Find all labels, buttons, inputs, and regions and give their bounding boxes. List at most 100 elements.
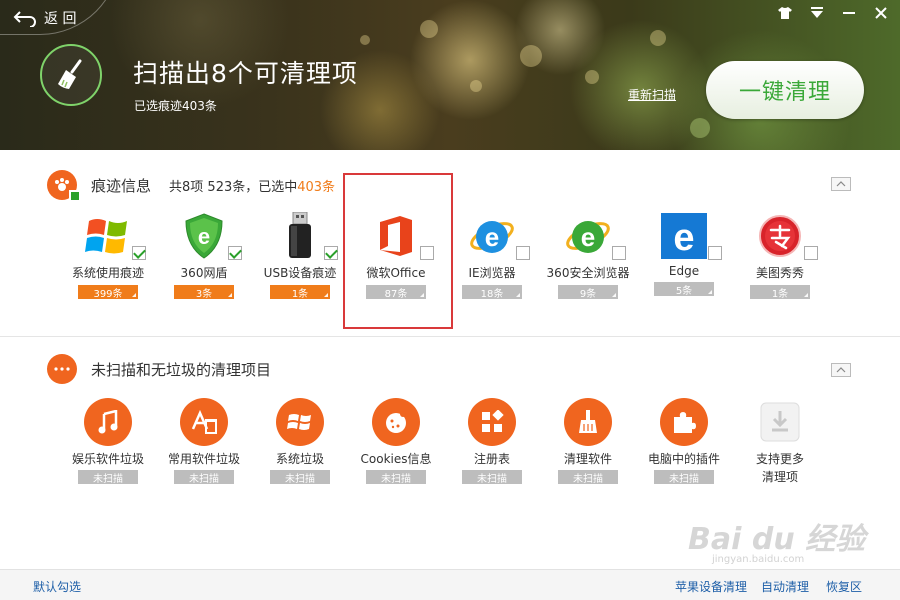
trace-item-edge[interactable]: e Edge 5条 <box>636 212 732 299</box>
bokeh-dot <box>650 30 666 46</box>
puzzle-piece-icon <box>660 398 708 446</box>
trace-item-usb[interactable]: USB设备痕迹 1条 <box>252 212 348 300</box>
bokeh-dot <box>520 45 542 67</box>
more-items-label-line1: 支持更多 <box>755 452 804 466</box>
unscanned-item-label: 注册表 <box>473 452 510 466</box>
unscanned-section-header: 未扫描和无垃圾的清理项目 <box>47 354 271 384</box>
trace-item-count-badge[interactable]: 399条 <box>78 285 138 300</box>
back-arrow-icon <box>13 11 36 27</box>
registry-blocks-icon <box>468 398 516 446</box>
unscanned-item-plugins[interactable]: 电脑中的插件 未扫描 <box>636 398 732 485</box>
unscanned-item-label: 系统垃圾 <box>275 452 324 466</box>
trace-item-label: IE浏览器 <box>468 266 516 280</box>
svg-text:e: e <box>581 222 595 252</box>
trace-item-meitu[interactable]: 美图秀秀 1条 <box>732 212 828 300</box>
unscanned-status-badge: 未扫描 <box>654 470 714 485</box>
unscanned-item-cookies[interactable]: Cookies信息 未扫描 <box>348 398 444 485</box>
trace-item-checkbox[interactable] <box>324 246 338 260</box>
trace-item-checkbox[interactable] <box>804 246 818 260</box>
trace-item-count-badge[interactable]: 1条 <box>270 285 330 300</box>
more-dots-icon <box>47 354 77 384</box>
rescan-link[interactable]: 重新扫描 <box>628 86 676 103</box>
auto-clean-link[interactable]: 自动清理 <box>761 578 809 595</box>
unscanned-item-registry[interactable]: 注册表 未扫描 <box>444 398 540 485</box>
trace-item-checkbox[interactable] <box>516 246 530 260</box>
trace-item-checkbox[interactable] <box>612 246 626 260</box>
more-items-label-line2: 清理项 <box>761 470 798 484</box>
traces-section-title: 痕迹信息 <box>91 176 152 195</box>
header-banner: 返 回 扫描出8个可清理项 已选痕迹403条 重新扫描 一键清理 <box>0 0 900 150</box>
bokeh-dot <box>360 35 370 45</box>
trace-item-checkbox[interactable] <box>228 246 242 260</box>
trace-item-label: 360安全浏览器 <box>546 266 630 280</box>
trace-item-count-badge[interactable]: 9条 <box>558 285 618 300</box>
360-browser-icon: e <box>564 212 626 260</box>
music-note-icon <box>84 398 132 446</box>
bokeh-dot <box>420 20 438 38</box>
broom-icon <box>564 398 612 446</box>
traces-summary: 共8项 523条，已选中403条 <box>169 176 335 195</box>
window-controls <box>776 4 890 22</box>
unscanned-collapse-button[interactable] <box>831 363 851 377</box>
footer-bar: 默认勾选 苹果设备清理 自动清理 恢复区 <box>0 569 900 600</box>
chevron-up-icon <box>836 181 846 187</box>
section-divider <box>0 336 900 337</box>
scan-result-title: 扫描出8个可清理项 <box>133 59 358 88</box>
svg-text:e: e <box>673 217 694 259</box>
apple-device-clean-link[interactable]: 苹果设备清理 <box>675 578 747 595</box>
traces-summary-text: 共8项 523条，已选中 <box>169 179 298 195</box>
trace-item-checkbox[interactable] <box>132 246 146 260</box>
menu-dropdown-icon[interactable] <box>808 4 826 22</box>
unscanned-status-badge: 未扫描 <box>558 470 618 485</box>
trace-item-ie[interactable]: e IE浏览器 18条 <box>444 212 540 300</box>
unscanned-status-badge: 未扫描 <box>270 470 330 485</box>
unscanned-items-row: 娱乐软件垃圾 未扫描 常用软件垃圾 未扫描 系统垃圾 未扫描 Cookies信息… <box>60 398 828 485</box>
unscanned-item-system-junk[interactable]: 系统垃圾 未扫描 <box>252 398 348 485</box>
broom-icon <box>58 59 82 89</box>
edge-logo-icon: e <box>660 212 722 260</box>
trace-item-count-badge[interactable]: 1条 <box>750 285 810 300</box>
trace-item-label: 360网盾 <box>180 266 228 280</box>
360-shield-icon: e <box>180 212 242 260</box>
default-select-link[interactable]: 默认勾选 <box>33 578 81 595</box>
minimize-icon[interactable] <box>840 4 858 22</box>
back-label: 返 回 <box>44 11 77 27</box>
traces-collapse-button[interactable] <box>831 177 851 191</box>
traces-selected-count: 403条 <box>297 179 336 195</box>
unscanned-item-entertainment[interactable]: 娱乐软件垃圾 未扫描 <box>60 398 156 485</box>
trace-item-count-badge[interactable]: 18条 <box>462 285 522 300</box>
skin-shirt-icon[interactable] <box>776 4 794 22</box>
trace-item-label: USB设备痕迹 <box>263 266 337 280</box>
office-highlight-frame <box>343 173 453 329</box>
trace-item-360-browser[interactable]: e 360安全浏览器 9条 <box>540 212 636 300</box>
back-button[interactable]: 返 回 <box>12 6 76 30</box>
ie-logo-icon: e <box>468 212 530 260</box>
unscanned-item-clean-software[interactable]: 清理软件 未扫描 <box>540 398 636 485</box>
trace-item-count-badge[interactable]: 5条 <box>654 282 714 297</box>
one-click-clean-button[interactable]: 一键清理 <box>706 61 864 119</box>
trace-item-360-shield[interactable]: e 360网盾 3条 <box>156 212 252 300</box>
trace-item-checkbox[interactable] <box>708 246 722 260</box>
baidu-watermark: Bai du 经验 <box>688 522 866 557</box>
trace-item-label: Edge <box>668 264 700 278</box>
usb-drive-icon <box>276 212 338 260</box>
close-icon[interactable] <box>872 4 890 22</box>
trace-item-label: 系统使用痕迹 <box>71 266 144 280</box>
restore-area-link[interactable]: 恢复区 <box>826 578 862 595</box>
traces-section-header: 痕迹信息 共8项 523条，已选中403条 <box>47 170 335 202</box>
trace-check-badge-icon <box>69 190 81 202</box>
unscanned-item-label: 清理软件 <box>563 452 612 466</box>
windows-logo-icon <box>276 398 324 446</box>
trace-footprint-icon <box>47 170 81 202</box>
trace-item-count-badge[interactable]: 3条 <box>174 285 234 300</box>
unscanned-item-label: 常用软件垃圾 <box>167 452 240 466</box>
unscanned-item-more[interactable]: 支持更多 清理项 <box>732 398 828 485</box>
app-trash-icon <box>180 398 228 446</box>
svg-text:e: e <box>198 224 210 249</box>
unscanned-item-common-software[interactable]: 常用软件垃圾 未扫描 <box>156 398 252 485</box>
unscanned-status-badge: 未扫描 <box>78 470 138 485</box>
trace-item-system[interactable]: 系统使用痕迹 399条 <box>60 212 156 300</box>
unscanned-status-badge: 未扫描 <box>174 470 234 485</box>
unscanned-status-badge: 未扫描 <box>366 470 426 485</box>
unscanned-item-label: Cookies信息 <box>360 452 432 466</box>
